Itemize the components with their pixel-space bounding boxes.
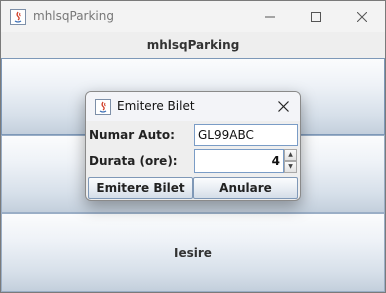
dialog-title-bar[interactable]: Emitere Bilet: [86, 92, 300, 121]
window-title: mhlsqParking: [33, 9, 114, 23]
spinner-up-button[interactable]: ▲: [284, 149, 297, 161]
java-app-icon: [95, 99, 111, 115]
close-button[interactable]: [339, 1, 385, 32]
minimize-icon: [265, 16, 275, 17]
exit-button[interactable]: Iesire: [1, 213, 385, 292]
chevron-down-icon: ▼: [288, 163, 293, 170]
issue-ticket-dialog: Emitere Bilet Numar Auto: GL99ABC Durata…: [85, 91, 301, 201]
cancel-button[interactable]: Anulare: [193, 177, 298, 199]
issue-ticket-button[interactable]: Emitere Bilet: [88, 177, 193, 199]
plate-input[interactable]: GL99ABC: [194, 124, 298, 146]
close-icon: [277, 100, 289, 112]
maximize-icon: [311, 11, 321, 22]
close-icon: [357, 11, 367, 22]
spinner-down-button[interactable]: ▼: [284, 161, 297, 173]
duration-spinner-input[interactable]: 4: [194, 149, 284, 173]
chevron-up-icon: ▲: [288, 151, 293, 158]
java-app-icon: [10, 9, 26, 25]
title-bar[interactable]: mhlsqParking: [1, 1, 385, 32]
minimize-button[interactable]: [247, 1, 293, 32]
dialog-title: Emitere Bilet: [117, 99, 195, 113]
duration-label: Durata (ore):: [89, 154, 178, 168]
maximize-button[interactable]: [293, 1, 339, 32]
plate-label: Numar Auto:: [89, 128, 175, 142]
dialog-close-button[interactable]: [272, 95, 294, 117]
app-header-title: mhlsqParking: [1, 32, 385, 58]
